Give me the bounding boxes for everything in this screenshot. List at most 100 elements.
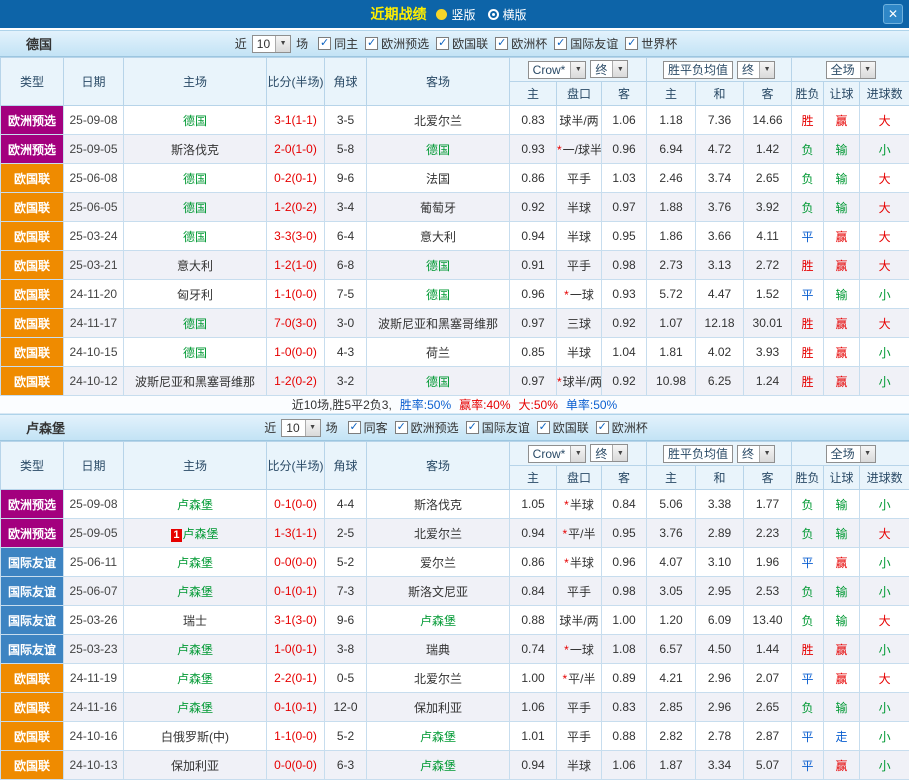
header-select[interactable]: 全场▼ — [826, 61, 876, 79]
score-cell: 3-1(1-1) — [267, 106, 325, 135]
summary-segment: 单率:50% — [566, 396, 617, 413]
filter-checkbox[interactable]: ✓同客 — [348, 419, 388, 436]
score-cell: 1-3(1-1) — [267, 519, 325, 548]
euro-home-odds: 4.21 — [647, 664, 696, 693]
filter-checkbox[interactable]: ✓国际友谊 — [466, 419, 530, 436]
asian-home-odds: 0.94 — [510, 222, 557, 251]
header-select[interactable]: 胜平负均值 — [663, 61, 733, 79]
home-team-cell: 德国 — [124, 193, 267, 222]
handicap-result-cell: 赢 — [824, 251, 860, 280]
layout-option-horizontal[interactable]: 横版 — [488, 6, 527, 23]
header-select[interactable]: 终▼ — [590, 60, 628, 78]
favored-star: * — [557, 143, 562, 157]
filter-bar: 近10▼场✓同主✓欧洲预选✓欧国联✓欧洲杯✓国际友谊✓世界杯 — [232, 35, 677, 53]
header-select[interactable]: 胜平负均值 — [663, 445, 733, 463]
filter-checkbox[interactable]: ✓欧洲预选 — [395, 419, 459, 436]
handicap-text: 平手 — [567, 730, 591, 744]
filter-checkbox[interactable]: ✓同主 — [318, 35, 358, 52]
dropdown-arrow-icon: ▼ — [759, 446, 774, 462]
home-team-cell: 卢森堡 — [124, 577, 267, 606]
match-type-badge: 欧国联 — [1, 222, 64, 251]
handicap-text: 一/球半 — [563, 143, 602, 157]
euro-away-odds: 14.66 — [744, 106, 792, 135]
home-team-cell: 卢森堡 — [124, 635, 267, 664]
away-team-cell: 德国 — [367, 367, 510, 396]
score-cell: 1-2(0-2) — [267, 193, 325, 222]
header-select[interactable]: 终▼ — [737, 61, 775, 79]
result-cell: 负 — [792, 164, 824, 193]
result-cell: 负 — [792, 606, 824, 635]
filter-checkbox[interactable]: ✓欧洲预选 — [365, 35, 429, 52]
header-select[interactable]: Crow*▼ — [528, 445, 587, 463]
favored-star: * — [557, 375, 562, 389]
dropdown-arrow-icon: ▼ — [275, 36, 290, 52]
score-cell: 1-0(0-0) — [267, 338, 325, 367]
goals-result-cell: 小 — [860, 548, 909, 577]
handicap-result-cell: 赢 — [824, 367, 860, 396]
filter-checkbox[interactable]: ✓欧国联 — [537, 419, 589, 436]
games-label: 场 — [326, 419, 338, 436]
filter-checkbox[interactable]: ✓欧国联 — [436, 35, 488, 52]
match-type-badge: 欧国联 — [1, 309, 64, 338]
euro-away-odds: 1.77 — [744, 490, 792, 519]
header-select[interactable]: 全场▼ — [826, 445, 876, 463]
checkbox-checked-icon: ✓ — [395, 421, 408, 434]
away-team-cell: 斯洛文尼亚 — [367, 577, 510, 606]
result-cell: 胜 — [792, 635, 824, 664]
asian-away-odds: 1.06 — [602, 106, 647, 135]
result-cell: 平 — [792, 222, 824, 251]
filter-checkbox[interactable]: ✓欧洲杯 — [596, 419, 648, 436]
team-name: 北爱尔兰 — [414, 527, 462, 541]
match-date: 24-11-17 — [64, 309, 124, 338]
sub-column-header: 和 — [696, 466, 744, 490]
summary-segment: 赢率:40% — [459, 396, 510, 413]
match-type-badge: 国际友谊 — [1, 635, 64, 664]
handicap-text: 球半/两 — [559, 114, 598, 128]
euro-draw-odds: 3.13 — [696, 251, 744, 280]
asian-home-odds: 0.97 — [510, 309, 557, 338]
goals-result-cell: 大 — [860, 519, 909, 548]
euro-draw-odds: 2.89 — [696, 519, 744, 548]
score-cell: 0-0(0-0) — [267, 751, 325, 780]
header-select[interactable]: Crow*▼ — [528, 61, 587, 79]
match-type-badge: 欧洲预选 — [1, 519, 64, 548]
filter-checkbox[interactable]: ✓世界杯 — [625, 35, 677, 52]
team-name: 卢森堡 — [420, 759, 456, 773]
checkbox-label: 世界杯 — [641, 35, 677, 52]
euro-away-odds: 2.65 — [744, 693, 792, 722]
team-name: 卢森堡 — [177, 498, 213, 512]
handicap-text: 半球 — [567, 201, 591, 215]
handicap-text: 半球 — [567, 230, 591, 244]
team-name: 波斯尼亚和黑塞哥维那 — [135, 375, 255, 389]
team-section-1: 卢森堡近10▼场✓同客✓欧洲预选✓国际友谊✓欧国联✓欧洲杯类型日期主场比分(半场… — [0, 414, 909, 780]
home-team-cell: 卢森堡 — [124, 664, 267, 693]
team-name: 德国 — [183, 346, 207, 360]
corners-cell: 6-8 — [325, 251, 367, 280]
euro-home-odds: 1.88 — [647, 193, 696, 222]
header-select-value: 终 — [742, 445, 757, 462]
team-name: 意大利 — [177, 259, 213, 273]
away-team-cell: 斯洛伐克 — [367, 490, 510, 519]
team-name-label: 德国 — [26, 34, 52, 53]
euro-draw-odds: 3.34 — [696, 751, 744, 780]
layout-option-vertical[interactable]: 竖版 — [436, 6, 475, 23]
checkbox-label: 欧国联 — [452, 35, 488, 52]
header-select[interactable]: 终▼ — [737, 445, 775, 463]
favored-star: * — [564, 498, 569, 512]
header-select-value: 全场 — [831, 445, 858, 462]
filter-checkbox[interactable]: ✓欧洲杯 — [495, 35, 547, 52]
close-icon[interactable]: ✕ — [883, 4, 903, 24]
summary-segment: 近10场,胜5平2负3, — [292, 396, 392, 413]
favored-star: * — [562, 527, 567, 541]
results-table: 类型日期主场比分(半场)角球客场Crow*▼终▼胜平负均值终▼全场▼主盘口客主和… — [0, 441, 909, 780]
handicap-cell: 球半/两 — [557, 106, 602, 135]
handicap-result-cell: 赢 — [824, 751, 860, 780]
filter-checkbox[interactable]: ✓国际友谊 — [554, 35, 618, 52]
match-count-select[interactable]: 10▼ — [252, 35, 291, 53]
match-count-select[interactable]: 10▼ — [281, 419, 320, 437]
euro-draw-odds: 6.09 — [696, 606, 744, 635]
corners-cell: 6-3 — [325, 751, 367, 780]
away-team-cell: 保加利亚 — [367, 693, 510, 722]
header-select[interactable]: 终▼ — [590, 444, 628, 462]
euro-draw-odds: 3.76 — [696, 193, 744, 222]
